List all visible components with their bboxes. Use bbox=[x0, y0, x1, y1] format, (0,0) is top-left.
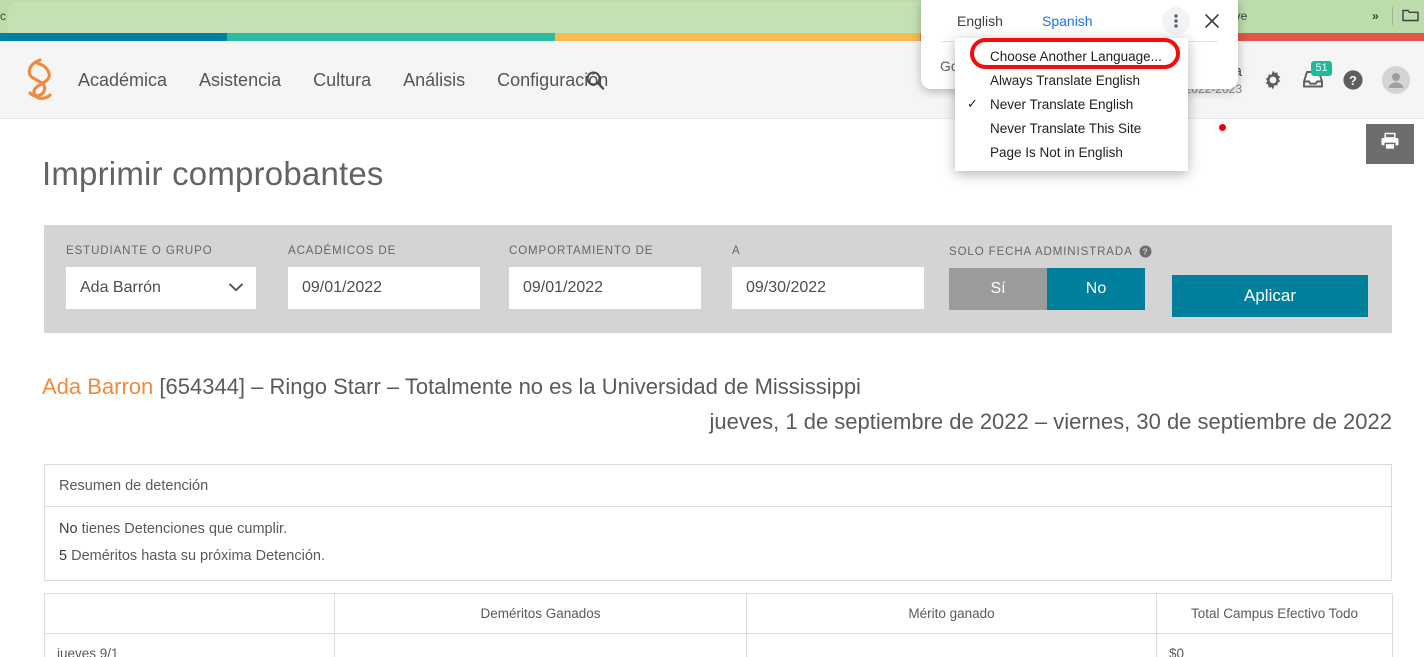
toggle-yes[interactable]: Sí bbox=[949, 268, 1047, 310]
app-root: c rive » Académica Asistencia Cultura An… bbox=[0, 0, 1424, 657]
detention-summary-header: Resumen de detención bbox=[45, 465, 1391, 507]
tab-left-glyph: c bbox=[0, 9, 6, 23]
folder-icon[interactable] bbox=[1402, 8, 1419, 22]
nav-item-academica[interactable]: Académica bbox=[78, 70, 167, 91]
menu-item-always-translate-english[interactable]: Always Translate English bbox=[955, 68, 1188, 92]
nav-links: Académica Asistencia Cultura Análisis Co… bbox=[78, 41, 608, 119]
toggle-no[interactable]: No bbox=[1047, 268, 1145, 310]
user-avatar-icon[interactable] bbox=[1382, 66, 1410, 94]
table-body: jueves 9/1 $0 bbox=[45, 634, 1393, 657]
filter-student-group: ESTUDIANTE O GRUPO Ada Barrón bbox=[66, 245, 256, 309]
nav-item-analisis[interactable]: Análisis bbox=[403, 70, 465, 91]
browser-tab-active[interactable] bbox=[8, 2, 1008, 33]
detention-line-2-rest: Deméritos hasta su próxima Detención. bbox=[67, 548, 325, 564]
student-heading: Ada Barron [654344] – Ringo Starr – Tota… bbox=[42, 374, 861, 400]
student-group-select[interactable]: Ada Barrón bbox=[66, 267, 256, 309]
filter-admin-date-only-label: SOLO FECHA ADMINISTRADA ? bbox=[949, 245, 1152, 258]
detention-summary-body: No tienes Detenciones que cumplir. 5 Dem… bbox=[45, 507, 1391, 580]
detention-line-1-strong: No bbox=[59, 521, 78, 537]
filter-to: A 09/30/2022 bbox=[732, 245, 924, 309]
menu-item-label: Page Is Not in English bbox=[990, 145, 1123, 160]
menu-item-page-is-not-in-english[interactable]: Page Is Not in English bbox=[955, 140, 1188, 164]
detention-line-1: No tienes Detenciones que cumplir. bbox=[59, 521, 1377, 537]
help-circle-icon[interactable]: ? bbox=[1342, 69, 1364, 91]
printer-icon bbox=[1380, 132, 1400, 156]
detention-summary-panel: Resumen de detención No tienes Detencion… bbox=[44, 464, 1392, 581]
nav-item-asistencia[interactable]: Asistencia bbox=[199, 70, 281, 91]
table-col-header-demerits: Deméritos Ganados bbox=[335, 594, 747, 634]
table-col-header-total-cash: Total Campus Efectivo Todo bbox=[1157, 594, 1393, 634]
table-cell-date: jueves 9/1 bbox=[45, 634, 335, 657]
help-circle-icon[interactable]: ? bbox=[1139, 245, 1152, 258]
filter-student-group-label: ESTUDIANTE O GRUPO bbox=[66, 245, 256, 257]
cursor-marker bbox=[1219, 124, 1226, 131]
close-icon[interactable] bbox=[1198, 7, 1226, 35]
table-head: Deméritos Ganados Mérito ganado Total Ca… bbox=[45, 594, 1393, 634]
accent-segment-teal-green bbox=[227, 33, 555, 41]
filter-academics-from: ACADÉMICOS DE 09/01/2022 bbox=[288, 245, 480, 309]
table-cell-total-cash: $0 bbox=[1157, 634, 1393, 657]
table-cell-merit bbox=[747, 634, 1157, 657]
page-title: Imprimir comprobantes bbox=[42, 155, 384, 193]
page-content: Imprimir comprobantes ESTUDIANTE O GRUPO… bbox=[0, 119, 1424, 657]
report-date-range: jueves, 1 de septiembre de 2022 – vierne… bbox=[710, 409, 1392, 435]
tab-overflow-chevron-icon[interactable]: » bbox=[1372, 9, 1379, 23]
detention-line-2-strong: 5 bbox=[59, 548, 67, 564]
detention-line-1-rest: tienes Detenciones que cumplir. bbox=[78, 521, 288, 537]
table-col-header-date bbox=[45, 594, 335, 634]
table-header-row: Deméritos Ganados Mérito ganado Total Ca… bbox=[45, 594, 1393, 634]
menu-item-never-translate-this-site[interactable]: Never Translate This Site bbox=[955, 116, 1188, 140]
to-date-input[interactable]: 09/30/2022 bbox=[732, 267, 924, 309]
filter-to-label: A bbox=[732, 245, 924, 257]
filter-admin-date-only: SOLO FECHA ADMINISTRADA ? Sí No bbox=[949, 245, 1152, 310]
student-details: [654344] – Ringo Starr – Totalmente no e… bbox=[153, 374, 861, 399]
behavior-from-input[interactable]: 09/01/2022 bbox=[509, 267, 701, 309]
table-row: jueves 9/1 $0 bbox=[45, 634, 1393, 657]
gear-icon[interactable] bbox=[1262, 69, 1284, 91]
student-name-link[interactable]: Ada Barron bbox=[42, 374, 153, 399]
inbox-badge-count: 51 bbox=[1311, 61, 1332, 76]
print-button[interactable] bbox=[1366, 124, 1414, 164]
school-swirl-logo[interactable] bbox=[20, 57, 60, 103]
table-cell-demerits bbox=[335, 634, 747, 657]
academics-from-input[interactable]: 09/01/2022 bbox=[288, 267, 480, 309]
svg-text:?: ? bbox=[1349, 73, 1357, 88]
svg-text:?: ? bbox=[1142, 247, 1148, 257]
menu-item-label: Always Translate English bbox=[990, 73, 1140, 88]
translate-tab-english[interactable]: English bbox=[957, 13, 1003, 29]
apply-button[interactable]: Aplicar bbox=[1172, 275, 1368, 317]
more-options-icon[interactable] bbox=[1162, 7, 1190, 35]
check-icon: ✓ bbox=[967, 96, 978, 112]
admin-date-only-text: SOLO FECHA ADMINISTRADA bbox=[949, 246, 1133, 258]
accent-segment-amber bbox=[555, 33, 920, 41]
table-col-header-merit: Mérito ganado bbox=[747, 594, 1157, 634]
admin-date-only-toggle: Sí No bbox=[949, 268, 1145, 310]
translate-options-menu: Choose Another Language... Always Transl… bbox=[955, 38, 1188, 171]
accent-segment-teal-dark bbox=[0, 33, 227, 41]
menu-item-choose-another-language[interactable]: Choose Another Language... bbox=[955, 44, 1188, 68]
menu-item-label: Choose Another Language... bbox=[990, 49, 1162, 64]
filter-behavior-from-label: COMPORTAMIENTO DE bbox=[509, 245, 701, 257]
menu-item-label: Never Translate This Site bbox=[990, 121, 1141, 136]
merits-demerits-table: Deméritos Ganados Mérito ganado Total Ca… bbox=[44, 593, 1393, 657]
menu-item-never-translate-english[interactable]: ✓ Never Translate English bbox=[955, 92, 1188, 116]
menu-item-label: Never Translate English bbox=[990, 97, 1133, 112]
filter-academics-from-label: ACADÉMICOS DE bbox=[288, 245, 480, 257]
filter-behavior-from: COMPORTAMIENTO DE 09/01/2022 bbox=[509, 245, 701, 309]
search-icon[interactable] bbox=[585, 70, 605, 90]
translate-tab-spanish[interactable]: Spanish bbox=[1042, 13, 1093, 29]
student-group-value: Ada Barrón bbox=[80, 279, 161, 297]
detention-line-2: 5 Deméritos hasta su próxima Detención. bbox=[59, 548, 1377, 564]
translate-language-tabs: English Spanish bbox=[921, 0, 1238, 41]
tabstrip-divider bbox=[1392, 7, 1393, 25]
chevron-down-icon bbox=[229, 279, 243, 297]
nav-item-cultura[interactable]: Cultura bbox=[313, 70, 371, 91]
inbox-icon[interactable]: 51 bbox=[1302, 69, 1324, 91]
filter-bar: ESTUDIANTE O GRUPO Ada Barrón ACADÉMICOS… bbox=[44, 225, 1392, 333]
